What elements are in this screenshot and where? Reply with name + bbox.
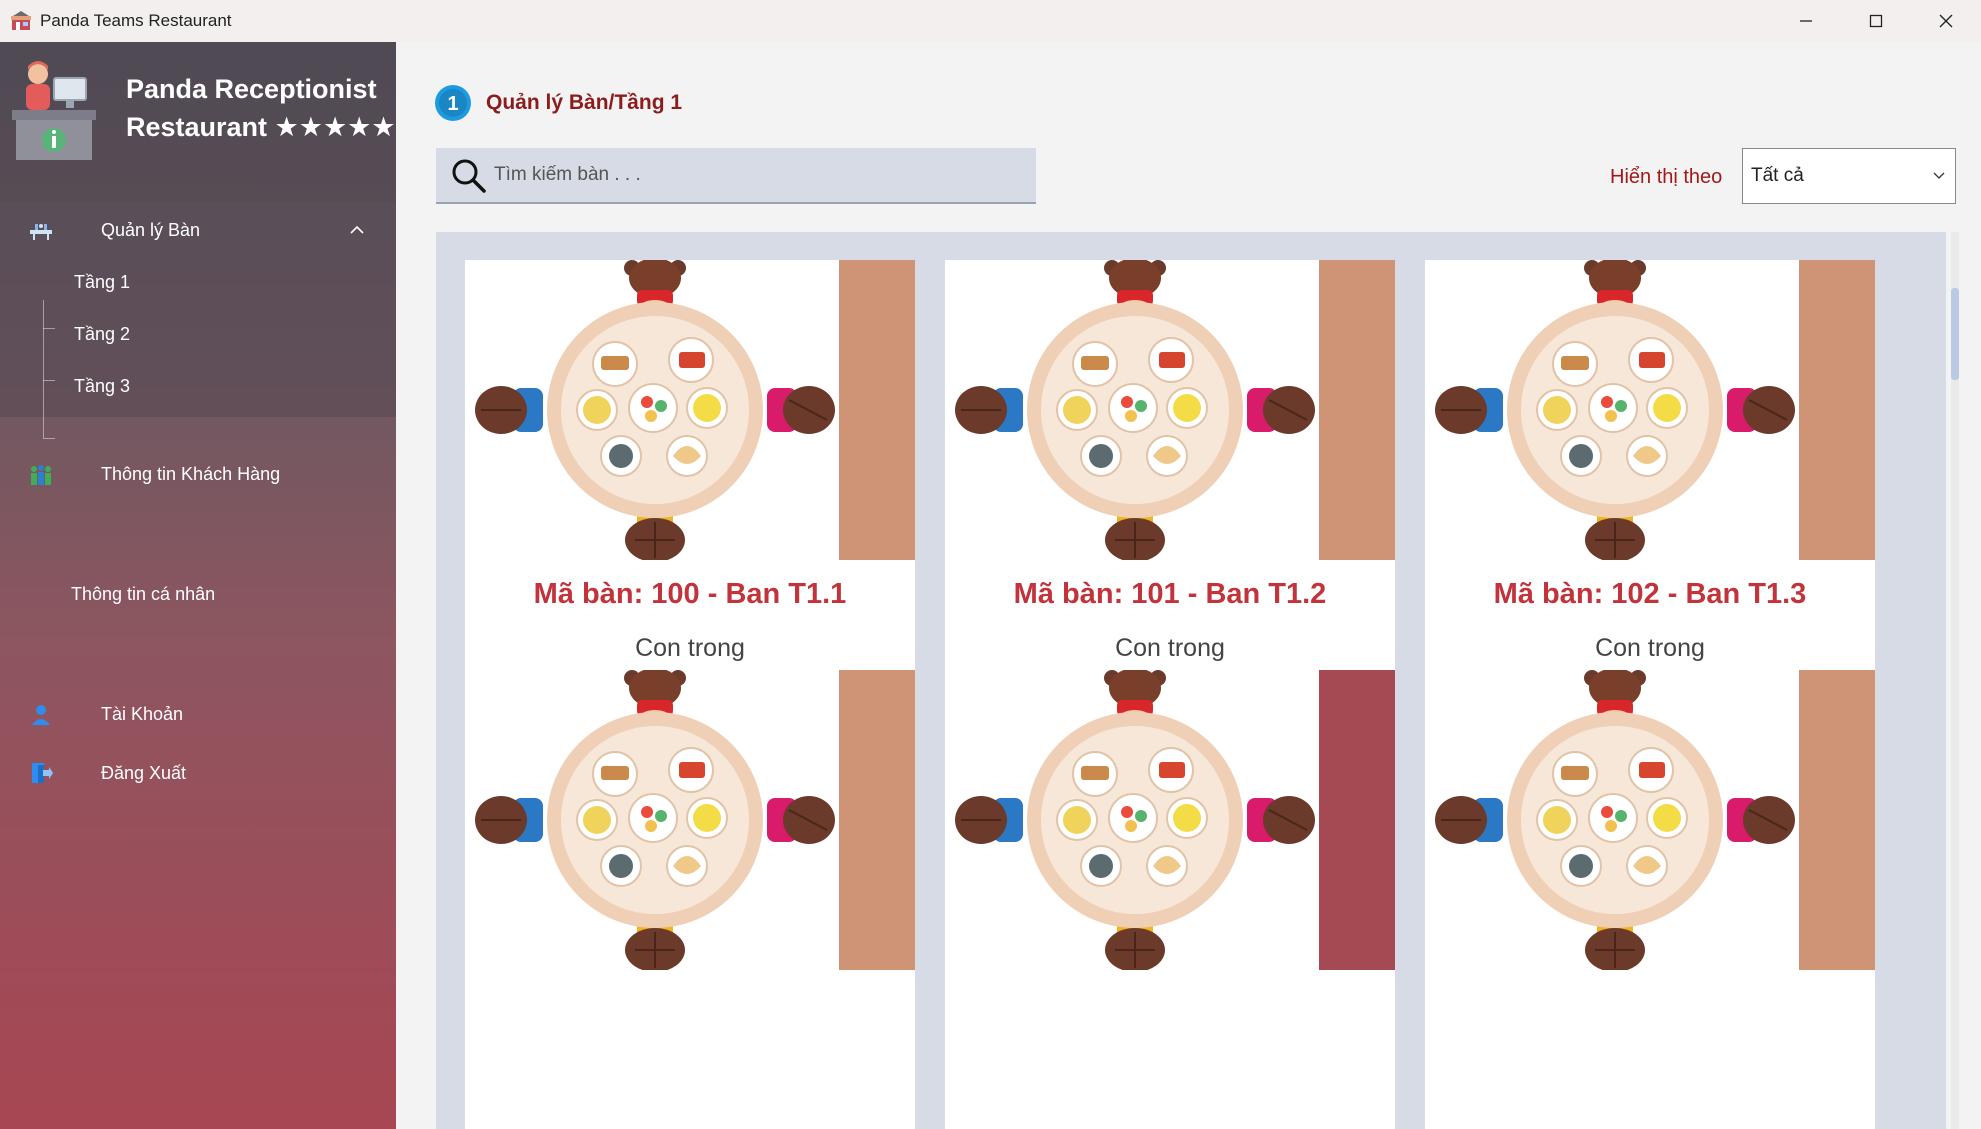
table-card[interactable] <box>1425 670 1875 1129</box>
step-number-icon: 1 <box>435 85 471 121</box>
maximize-icon <box>1869 14 1883 28</box>
filter-label: Hiển thị theo <box>1610 166 1723 188</box>
status-color-strip <box>1799 670 1875 970</box>
table-image <box>465 670 915 970</box>
close-icon <box>1939 14 1953 28</box>
sidebar-item-label: Thông tin Khách Hàng <box>101 463 281 484</box>
status-color-strip <box>1319 260 1395 560</box>
table-image <box>945 260 1395 560</box>
brand-title: Panda Receptionist <box>126 74 377 104</box>
close-button[interactable] <box>1911 0 1981 42</box>
sidebar-item-label: Tài Khoản <box>101 703 184 724</box>
customers-icon <box>28 461 54 487</box>
page-title: Quản lý Bàn/Tầng 1 <box>486 91 683 114</box>
filter-select[interactable]: Tất cả <box>1742 148 1956 204</box>
table-icon <box>28 217 54 243</box>
sidebar: Panda Receptionist Restaurant ★★★★★ Quản… <box>0 42 396 1129</box>
table-status: Con trong <box>635 634 745 662</box>
table-image <box>1425 670 1875 970</box>
dining-table-illustration <box>475 260 835 560</box>
sidebar-item-customer-info[interactable]: Thông tin Khách Hàng <box>0 447 396 501</box>
window-controls <box>1771 0 1981 42</box>
status-color-strip <box>1799 260 1875 560</box>
table-card[interactable] <box>945 670 1395 1129</box>
sidebar-item-label: Thông tin cá nhân <box>71 583 216 604</box>
restaurant-app-icon <box>11 11 31 30</box>
filter-selected-value: Tất cả <box>1751 165 1804 186</box>
status-color-strip <box>839 260 915 560</box>
sidebar-item-table-management[interactable]: Quản lý Bàn <box>0 203 396 257</box>
receptionist-logo-icon <box>12 61 96 160</box>
logout-icon <box>28 760 54 786</box>
sidebar-subitem-label: Tầng 3 <box>74 376 131 396</box>
minimize-icon <box>1800 20 1812 22</box>
user-icon <box>28 701 54 727</box>
sidebar-item-label: Đăng Xuất <box>101 762 187 783</box>
sidebar-subitem-floor-2[interactable]: Tầng 2 <box>0 310 396 358</box>
dining-table-illustration <box>1435 670 1795 970</box>
sidebar-subitem-label: Tầng 1 <box>74 272 131 292</box>
table-status: Con trong <box>1115 634 1225 662</box>
search-input[interactable] <box>494 164 1014 186</box>
table-image <box>1425 260 1875 560</box>
status-color-strip <box>1319 670 1395 970</box>
table-code: Mã bàn: 102 - Ban T1.3 <box>1493 578 1807 610</box>
breadcrumb: 1 Quản lý Bàn/Tầng 1 <box>434 84 682 122</box>
table-card[interactable] <box>465 670 915 1129</box>
table-code: Mã bàn: 101 - Ban T1.2 <box>1013 578 1327 610</box>
main-content: 1 Quản lý Bàn/Tầng 1 Hiển thị theo Tất c… <box>396 42 1981 1129</box>
sidebar-subitem-floor-1[interactable]: Tầng 1 <box>0 258 396 306</box>
step-number: 1 <box>447 93 458 115</box>
dining-table-illustration <box>1435 260 1795 560</box>
vertical-scrollbar[interactable] <box>1951 232 1959 1129</box>
sidebar-subitem-floor-3[interactable]: Tầng 3 <box>0 362 396 410</box>
dining-table-illustration <box>955 260 1315 560</box>
dining-table-illustration <box>955 670 1315 970</box>
window-title: Panda Teams Restaurant <box>40 11 232 30</box>
table-image <box>945 670 1395 970</box>
table-code: Mã bàn: 100 - Ban T1.1 <box>533 578 847 610</box>
tree-branch <box>43 438 55 439</box>
brand-header: Panda Receptionist Restaurant ★★★★★ <box>0 42 396 202</box>
sidebar-item-personal-info[interactable]: Thông tin cá nhân <box>0 567 396 621</box>
maximize-button[interactable] <box>1841 0 1911 42</box>
sidebar-subitem-label: Tầng 2 <box>74 324 131 344</box>
sidebar-item-logout[interactable]: Đăng Xuất <box>0 746 396 800</box>
search-icon <box>452 159 486 193</box>
sidebar-item-label: Quản lý Bàn <box>101 219 201 240</box>
search-box[interactable] <box>436 148 1036 204</box>
title-bar: Panda Teams Restaurant <box>0 0 1981 42</box>
table-grid: Mã bàn: 100 - Ban T1.1Con trongĐẶT TRƯỚC <box>436 232 1946 1129</box>
chevron-up-icon[interactable] <box>348 221 366 239</box>
table-image <box>465 260 915 560</box>
chevron-down-icon <box>1933 172 1945 179</box>
minimize-button[interactable] <box>1771 0 1841 42</box>
brand-subtitle: Restaurant ★★★★★ <box>126 112 396 142</box>
dining-table-illustration <box>475 670 835 970</box>
sidebar-item-account[interactable]: Tài Khoản <box>0 687 396 741</box>
table-status: Con trong <box>1595 634 1705 662</box>
scroll-thumb[interactable] <box>1951 288 1959 380</box>
status-color-strip <box>839 670 915 970</box>
